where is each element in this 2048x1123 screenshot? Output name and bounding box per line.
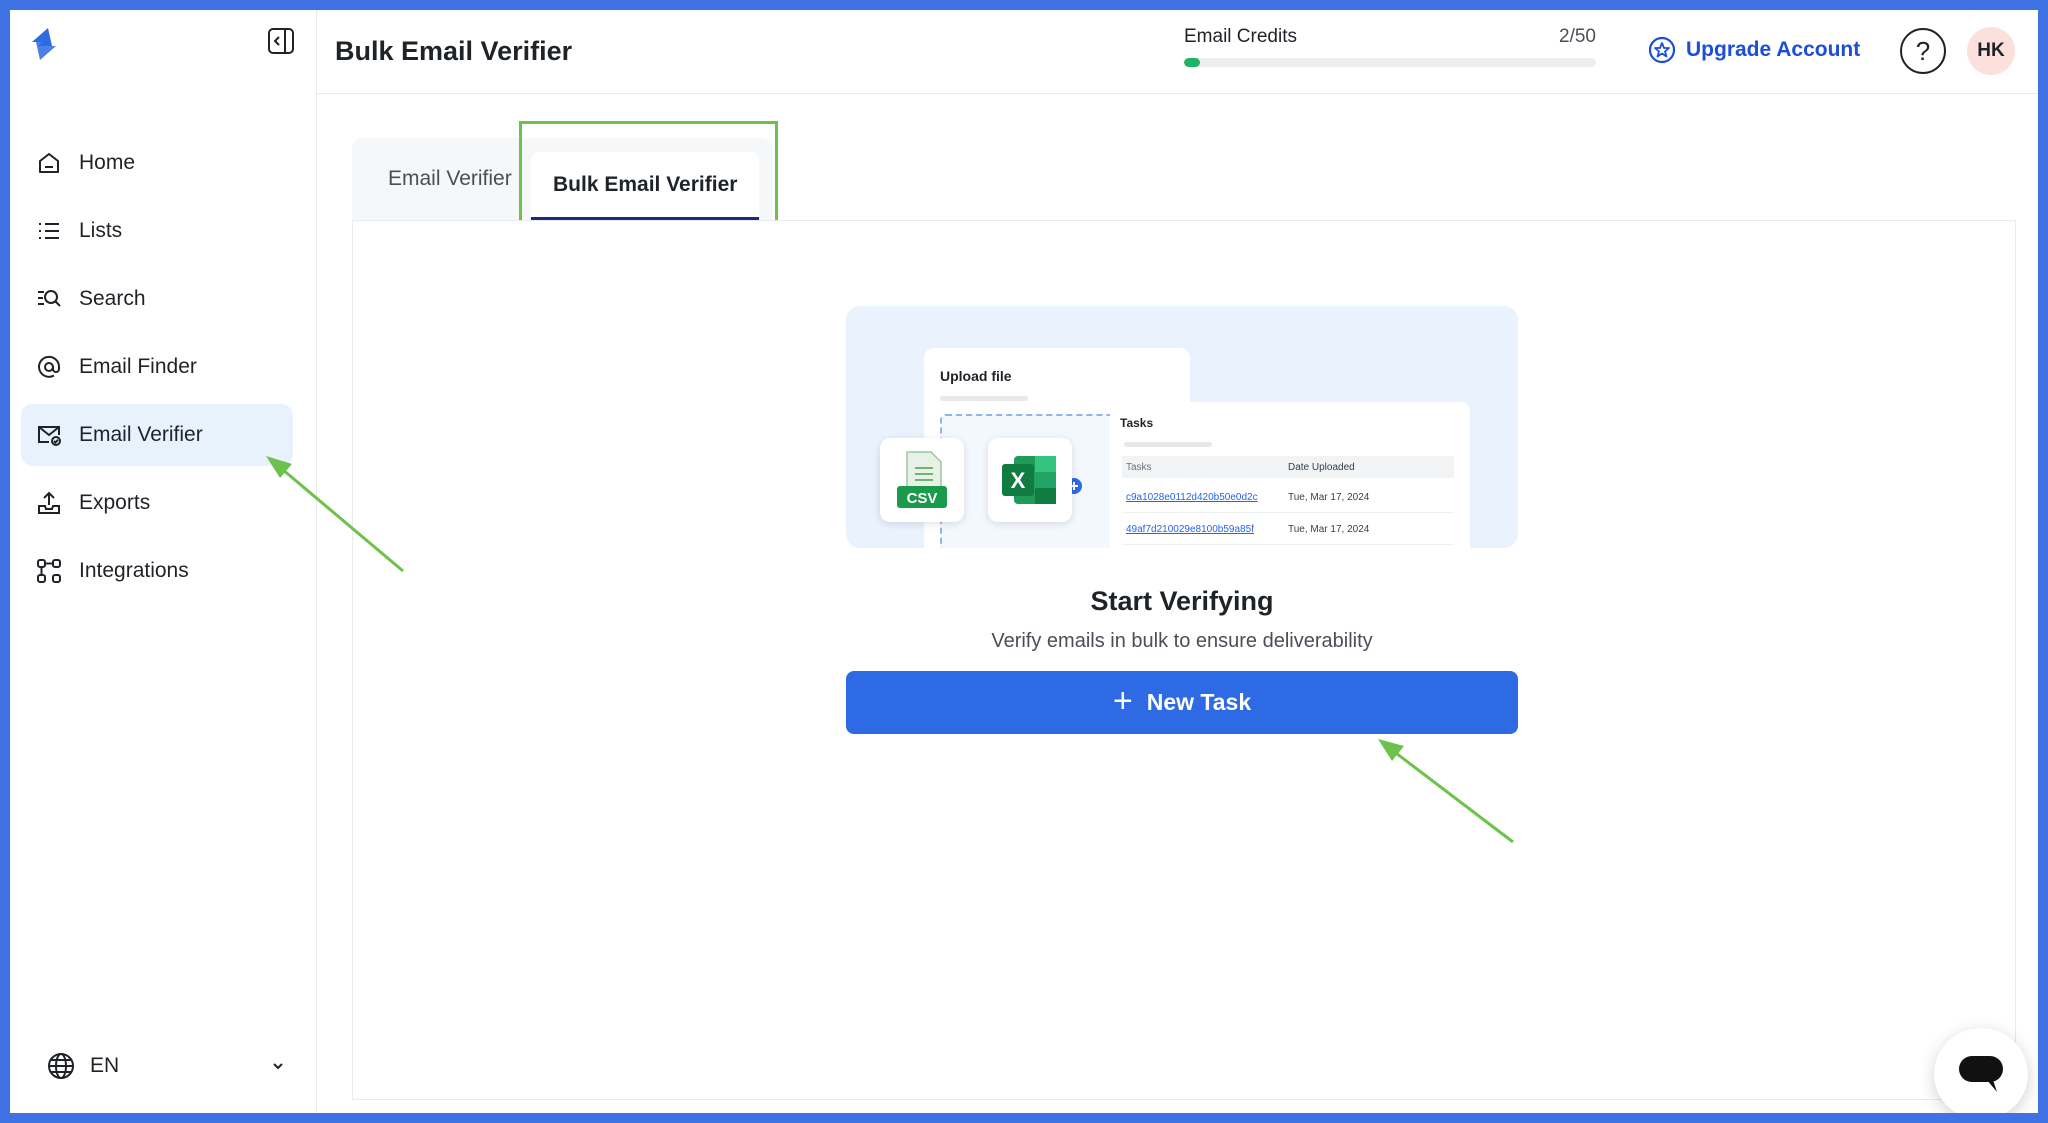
tasks-card-title: Tasks	[1120, 416, 1154, 430]
tab-email-verifier[interactable]: Email Verifier	[388, 138, 512, 220]
sidebar-item-label: Search	[79, 287, 146, 310]
chat-bubble-icon	[1959, 1056, 2003, 1092]
email-credits: Email Credits 2/50	[1184, 26, 1596, 67]
csv-file-tile: CSV	[880, 438, 964, 522]
table-row: c9a1028e0112d420b50e0d2c Tue, Mar 17, 20…	[1122, 482, 1454, 513]
sidebar-item-label: Home	[79, 151, 136, 174]
excel-label: X	[1011, 468, 1026, 493]
sidebar-item-label: Exports	[79, 491, 151, 514]
sidebar-item-label: Email Verifier	[79, 423, 203, 446]
page-title: Bulk Email Verifier	[335, 36, 573, 66]
avatar[interactable]: HK	[1967, 27, 2015, 75]
placeholder-line	[940, 396, 1028, 401]
language-label: EN	[90, 1054, 120, 1077]
mail-check-icon	[35, 421, 63, 449]
task-id: 49af7d210029e8100b59a85f	[1126, 523, 1254, 535]
avatar-initials: HK	[1977, 40, 2005, 61]
upgrade-account-label: Upgrade Account	[1686, 38, 1861, 61]
sidebar-item-exports[interactable]: Exports	[21, 472, 293, 534]
task-id: c9a1028e0112d420b50e0d2c	[1126, 491, 1258, 503]
language-selector[interactable]: EN	[46, 1046, 286, 1086]
placeholder-line	[1124, 442, 1212, 447]
help-button[interactable]: ?	[1900, 28, 1946, 74]
credits-value: 2/50	[1559, 26, 1596, 47]
start-verifying-title: Start Verifying	[1090, 586, 1274, 616]
task-date: Tue, Mar 17, 2024	[1288, 523, 1370, 535]
tasks-card: Tasks Tasks Date Uploaded c9a1028e0112d4…	[1110, 402, 1470, 548]
column-date-uploaded: Date Uploaded	[1288, 461, 1355, 473]
sidebar-item-email-verifier[interactable]: Email Verifier	[21, 404, 293, 466]
sidebar-item-email-finder[interactable]: Email Finder	[21, 336, 293, 398]
chat-widget-button[interactable]	[1934, 1028, 2028, 1113]
sidebar-item-lists[interactable]: Lists	[21, 200, 293, 262]
excel-icon: X	[1002, 456, 1056, 504]
search-icon	[35, 285, 63, 313]
csv-label: CSV	[907, 490, 938, 507]
sidebar-nav: Home Lists Search Email Finder Email Ver…	[21, 132, 293, 608]
list-icon	[35, 217, 63, 245]
credits-progress-bar	[1184, 58, 1596, 67]
collapse-sidebar-icon[interactable]	[266, 26, 296, 56]
table-row: 49af7d210029e8100b59a85f Tue, Mar 17, 20…	[1122, 514, 1454, 545]
integrations-icon	[35, 557, 63, 585]
sidebar-item-search[interactable]: Search	[21, 268, 293, 330]
column-tasks: Tasks	[1126, 461, 1152, 473]
new-task-button[interactable]: + New Task	[846, 671, 1518, 734]
globe-icon	[48, 1053, 74, 1079]
bulk-upload-illustration: Upload file CSV X Tasks Tasks Date Uploa…	[846, 306, 1518, 548]
app-window: Home Lists Search Email Finder Email Ver…	[10, 10, 2038, 1113]
sidebar-item-label: Lists	[79, 219, 123, 242]
sidebar: Home Lists Search Email Finder Email Ver…	[10, 10, 317, 1113]
start-verifying-subtitle: Verify emails in bulk to ensure delivera…	[991, 630, 1373, 652]
new-task-label: New Task	[1146, 689, 1252, 715]
home-icon	[35, 149, 63, 177]
credits-label: Email Credits	[1184, 26, 1297, 47]
sidebar-item-label: Email Finder	[79, 355, 197, 378]
app-logo[interactable]	[24, 24, 64, 64]
upload-tray-icon	[35, 489, 63, 517]
tasks-table-header: Tasks Date Uploaded	[1122, 456, 1454, 478]
plus-icon: +	[1112, 681, 1133, 720]
sidebar-item-integrations[interactable]: Integrations	[21, 540, 293, 602]
top-header: Bulk Email Verifier Email Credits 2/50 U…	[317, 10, 2038, 94]
task-date: Tue, Mar 17, 2024	[1288, 491, 1370, 503]
at-sign-icon	[35, 353, 63, 381]
sidebar-item-label: Integrations	[79, 559, 189, 582]
upgrade-account-button[interactable]: Upgrade Account	[1648, 36, 1860, 64]
sidebar-item-home[interactable]: Home	[21, 132, 293, 194]
excel-file-tile: X	[988, 438, 1072, 522]
upload-file-title: Upload file	[940, 368, 1012, 384]
annotation-highlight-box	[519, 121, 778, 227]
csv-file-icon: CSV	[897, 451, 947, 508]
chevron-down-icon	[273, 1063, 283, 1070]
star-badge-icon	[1648, 36, 1676, 64]
credits-progress-fill	[1184, 58, 1201, 67]
help-icon: ?	[1915, 35, 1931, 66]
